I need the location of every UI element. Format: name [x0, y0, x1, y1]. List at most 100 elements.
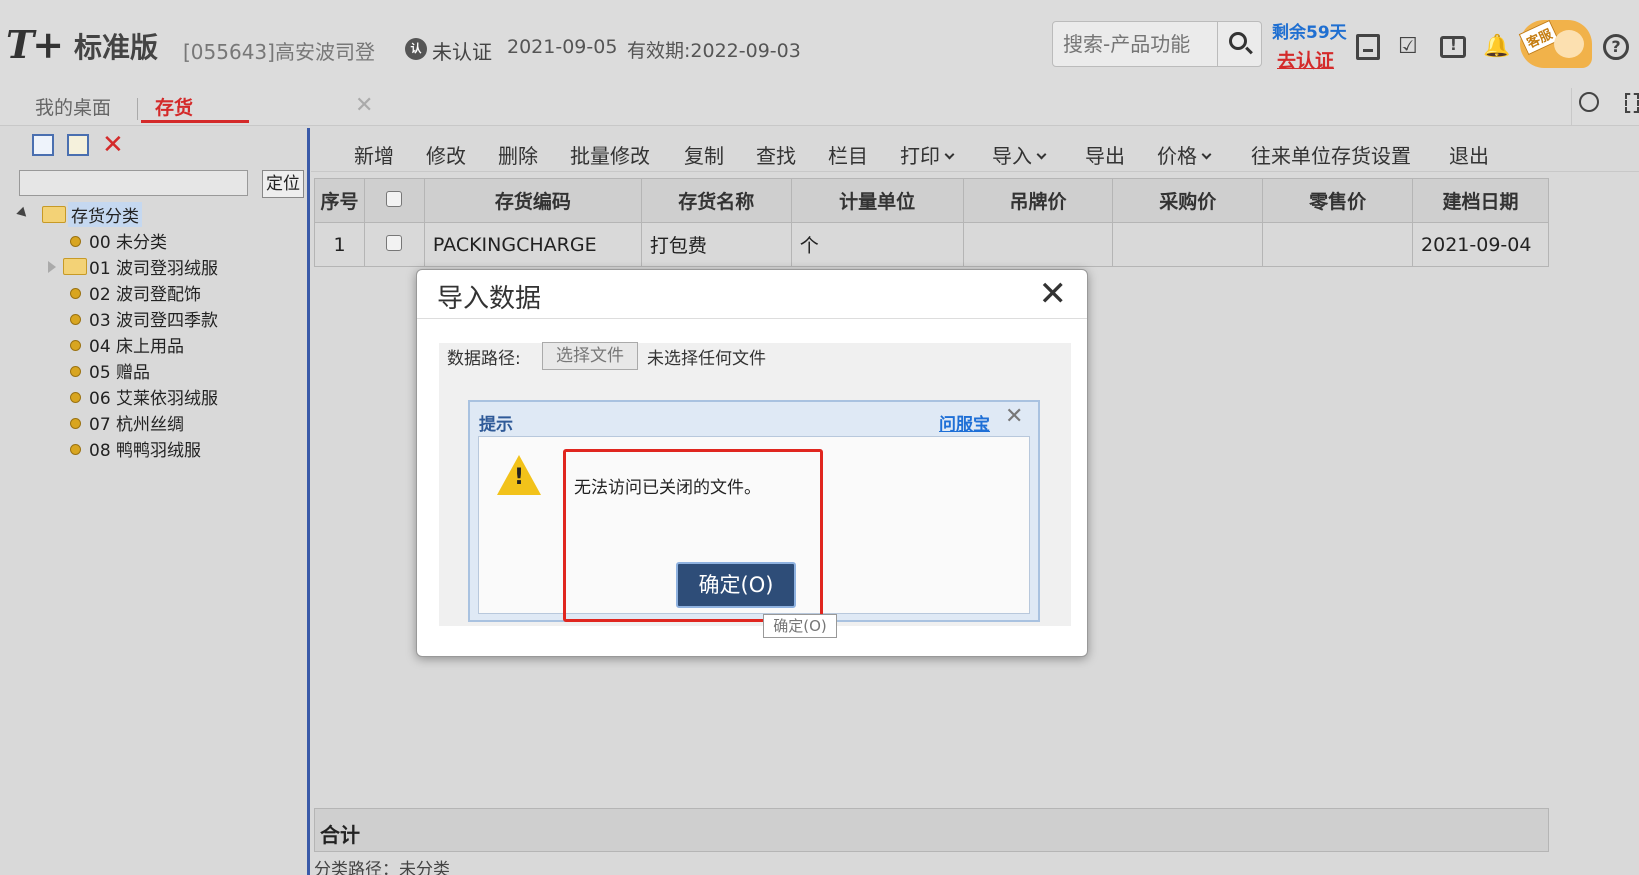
add-button[interactable]: 新增 [354, 140, 394, 169]
category-panel: ✕ 定位 存货分类 00 未分类 01 波司登羽绒服 02 波司登配饰 03 波… [10, 128, 310, 875]
bell-icon[interactable]: 🔔 [1483, 34, 1510, 60]
table-cell: 个 [790, 222, 964, 267]
columns-button[interactable]: 栏目 [828, 140, 868, 169]
close-icon[interactable]: ✕ [1005, 404, 1023, 429]
price-button[interactable]: 价格 [1157, 140, 1212, 169]
toolbar: 新增 修改 删除 批量修改 复制 查找 栏目 打印 导入 导出 价格 往来单位存… [311, 128, 1639, 172]
copy-button[interactable]: 复制 [684, 140, 724, 169]
table-cell [1262, 222, 1414, 267]
chevron-down-icon [1201, 149, 1212, 160]
remaining-days: 剩余59天 [1272, 23, 1347, 43]
leaf-icon [70, 418, 81, 429]
message-icon[interactable] [1440, 36, 1466, 58]
leaf-icon [70, 314, 81, 325]
folder-icon [63, 258, 87, 275]
table-cell: 2021-09-04 [1412, 222, 1549, 267]
col-header[interactable]: 序号 [314, 178, 365, 223]
no-file-text: 未选择任何文件 [647, 349, 766, 369]
choose-file-button[interactable]: 选择文件 [542, 342, 638, 370]
import-button[interactable]: 导入 [992, 140, 1047, 169]
col-header-checkbox[interactable] [363, 178, 425, 223]
delete-button[interactable]: 删除 [498, 140, 538, 169]
tab-my-desktop[interactable]: 我的桌面 [35, 93, 111, 123]
col-header[interactable]: 计量单位 [790, 178, 964, 223]
edit-icon[interactable] [67, 134, 89, 156]
leaf-icon [70, 340, 81, 351]
col-header[interactable]: 存货名称 [640, 178, 792, 223]
tab-divider [137, 98, 138, 120]
sum-row: 合计 [314, 808, 1549, 852]
partner-settings-button[interactable]: 往来单位存货设置 [1251, 140, 1411, 169]
search-icon [1229, 32, 1247, 50]
search-icon[interactable] [1579, 92, 1599, 112]
highlight-box [563, 449, 823, 622]
status-bar: 分类路径：未分类 [314, 860, 450, 875]
exit-button[interactable]: 退出 [1449, 140, 1489, 169]
col-header[interactable]: 吊牌价 [962, 178, 1114, 223]
tab-inventory-label: 存货 [155, 97, 194, 119]
dialog-title: 导入数据 [437, 284, 542, 314]
import-dialog: 导入数据 ✕ 数据路径: 选择文件 未选择任何文件 提示 问服宝 ✕ ! 无法访… [416, 269, 1088, 657]
select-all-checkbox[interactable] [386, 190, 403, 207]
table-cell: 1 [314, 222, 365, 267]
save-icon[interactable] [1356, 34, 1380, 60]
top-header: T+ 标准版 [055643]高安波司登 认 未认证 2021-09-05 有效… [0, 0, 1639, 88]
close-icon[interactable]: ✕ [1039, 274, 1068, 314]
leaf-icon [70, 366, 81, 377]
table-cell [363, 222, 425, 267]
search-button[interactable] [1217, 22, 1261, 66]
inventory-table: 序号 存货编码 存货名称 计量单位 吊牌价 采购价 零售价 建档日期 1 PAC… [314, 178, 1549, 267]
table-cell: 打包费 [640, 222, 792, 267]
tooltip: 确定(O) [763, 614, 837, 638]
kefu-tag: 客服 [1518, 19, 1560, 56]
company-name: [055643]高安波司登 [183, 40, 375, 64]
leaf-icon [70, 444, 81, 455]
table-cell [1112, 222, 1264, 267]
tab-inventory[interactable]: 存货 ✕ [141, 93, 373, 123]
valid-until: 有效期:2022-09-03 [627, 40, 801, 62]
find-button[interactable]: 查找 [756, 140, 796, 169]
col-header[interactable]: 采购价 [1112, 178, 1264, 223]
chevron-down-icon [944, 149, 955, 160]
table-cell: PACKINGCHARGE [423, 222, 642, 267]
row-checkbox[interactable] [386, 234, 403, 251]
expand-arrow-icon[interactable] [16, 206, 30, 221]
col-header[interactable]: 存货编码 [423, 178, 642, 223]
checklist-icon[interactable]: ☑ [1398, 34, 1422, 60]
leaf-icon [70, 236, 81, 247]
current-date: 2021-09-05 [507, 36, 618, 58]
tab-bar: 我的桌面 存货 ✕ [0, 88, 1639, 126]
search-box [1052, 21, 1262, 67]
expand-arrow-icon[interactable] [48, 261, 56, 273]
auth-status: 未认证 [432, 40, 492, 64]
customer-service-button[interactable]: 客服 [1518, 19, 1592, 68]
data-path-label: 数据路径: [447, 349, 521, 369]
folder-icon [42, 206, 66, 223]
shield-icon: 认 [405, 38, 427, 60]
monkey-mascot-icon [1554, 30, 1584, 58]
search-input[interactable] [1063, 30, 1213, 58]
col-header[interactable]: 建档日期 [1412, 178, 1549, 223]
export-button[interactable]: 导出 [1085, 140, 1125, 169]
locate-button[interactable]: 定位 [262, 170, 304, 198]
help-icon[interactable]: ? [1603, 34, 1629, 60]
category-search-input[interactable] [19, 170, 248, 196]
app-logo: T+ [6, 22, 64, 67]
edit-button[interactable]: 修改 [426, 140, 466, 169]
col-header[interactable]: 零售价 [1262, 178, 1414, 223]
go-auth-link[interactable]: 去认证 [1277, 46, 1334, 73]
table-cell [962, 222, 1114, 267]
delete-icon[interactable]: ✕ [102, 132, 124, 158]
help-link[interactable]: 问服宝 [939, 410, 990, 435]
leaf-icon [70, 288, 81, 299]
table-row[interactable]: 1 PACKINGCHARGE 打包费 个 2021-09-04 [314, 222, 1549, 267]
close-icon[interactable]: ✕ [355, 93, 373, 118]
fullscreen-icon[interactable] [1625, 93, 1639, 113]
new-doc-icon[interactable] [32, 134, 54, 156]
print-button[interactable]: 打印 [900, 140, 955, 169]
tree-root-label: 存货分类 [68, 202, 142, 227]
edition-label: 标准版 [74, 31, 159, 64]
chevron-down-icon [1036, 149, 1047, 160]
alert-title: 提示 [479, 415, 513, 435]
batch-edit-button[interactable]: 批量修改 [570, 140, 650, 169]
